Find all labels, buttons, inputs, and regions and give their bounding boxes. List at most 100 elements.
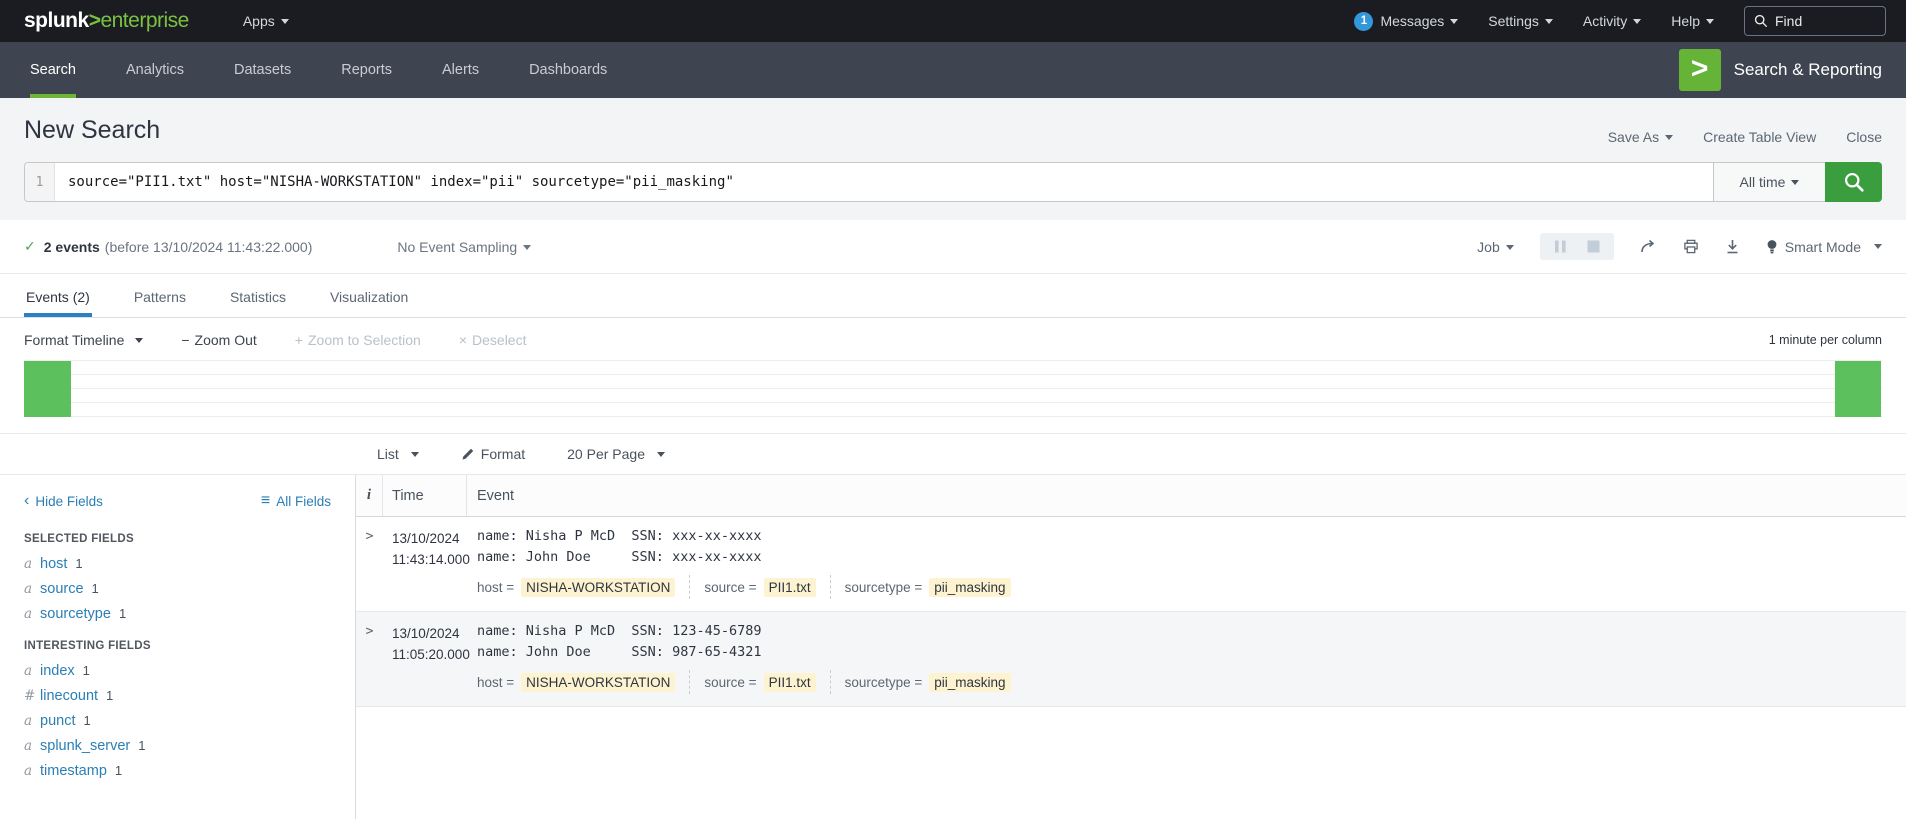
- events-table-header: i Time Event: [356, 475, 1906, 517]
- field-divider: [689, 575, 690, 599]
- messages-count-badge: 1: [1354, 12, 1373, 31]
- event-row: > 13/10/2024 11:43:14.000 name: Nisha P …: [356, 517, 1906, 612]
- field-timestamp[interactable]: atimestamp1: [24, 763, 331, 779]
- find-search-box[interactable]: [1744, 6, 1886, 36]
- print-button[interactable]: [1683, 239, 1699, 254]
- top-bar: splunk>enterprise Apps 1 Messages Settin…: [0, 0, 1906, 42]
- zoom-out-button[interactable]: −Zoom Out: [181, 332, 256, 348]
- nav-item-search[interactable]: Search: [30, 42, 76, 98]
- nav-item-dashboards[interactable]: Dashboards: [529, 42, 607, 98]
- timeline-scale-note: 1 minute per column: [1769, 333, 1882, 347]
- caret-down-icon: [1706, 19, 1714, 24]
- event-field-sourcetype: sourcetype =pii_masking: [845, 578, 1011, 597]
- deselect-button[interactable]: ×Deselect: [459, 332, 527, 348]
- job-playback-controls: [1540, 233, 1614, 260]
- help-menu[interactable]: Help: [1671, 13, 1714, 29]
- plus-icon: +: [295, 332, 303, 348]
- lightbulb-icon: [1766, 239, 1778, 255]
- nav-item-reports[interactable]: Reports: [341, 42, 392, 98]
- search-icon: [1843, 171, 1865, 193]
- export-button[interactable]: [1725, 239, 1740, 254]
- format-menu[interactable]: Format: [461, 446, 525, 462]
- tab-statistics[interactable]: Statistics: [228, 274, 288, 317]
- app-nav-bar: Search Analytics Datasets Reports Alerts…: [0, 42, 1906, 98]
- timeline-controls: Format Timeline −Zoom Out +Zoom to Selec…: [0, 318, 1906, 358]
- timeline-bar[interactable]: [24, 361, 71, 417]
- download-icon: [1725, 239, 1740, 254]
- search-icon: [1754, 14, 1768, 28]
- per-page-menu[interactable]: 20 Per Page: [567, 446, 665, 462]
- event-field-host: host =NISHA-WORKSTATION: [477, 578, 675, 597]
- find-input[interactable]: [1775, 13, 1876, 29]
- line-number-gutter: 1: [25, 163, 55, 201]
- event-timeline-chart[interactable]: [24, 360, 1882, 417]
- job-status-bar: ✓ 2 events (before 13/10/2024 11:43:22.0…: [0, 220, 1906, 274]
- hide-fields-button[interactable]: ‹Hide Fields: [24, 493, 103, 509]
- event-field-host: host =NISHA-WORKSTATION: [477, 673, 675, 692]
- format-timeline-menu[interactable]: Format Timeline: [24, 332, 143, 348]
- stop-icon[interactable]: [1587, 240, 1600, 253]
- fields-sidebar: ‹Hide Fields ≡All Fields SELECTED FIELDS…: [0, 475, 356, 819]
- caret-down-icon: [135, 338, 143, 343]
- search-query-box[interactable]: 1 source="PII1.txt" host="NISHA-WORKSTAT…: [24, 162, 1713, 202]
- timeline-bar[interactable]: [1835, 361, 1881, 417]
- time-range-picker[interactable]: All time: [1713, 162, 1825, 202]
- chevron-left-icon: ‹: [24, 493, 29, 509]
- field-type-icon: a: [24, 556, 40, 572]
- event-raw-text: name: John Doe SSN: xxx-xx-xxxx: [477, 547, 1906, 568]
- event-field-sourcetype: sourcetype =pii_masking: [845, 673, 1011, 692]
- results-toolbar: List Format 20 Per Page: [0, 433, 1906, 475]
- interesting-fields-title: INTERESTING FIELDS: [24, 640, 331, 652]
- event-field-source: source =PII1.txt: [704, 673, 815, 692]
- settings-menu[interactable]: Settings: [1488, 13, 1553, 29]
- field-source[interactable]: asource1: [24, 581, 331, 597]
- column-info: i: [356, 475, 383, 516]
- splunk-app-icon: >: [1679, 49, 1721, 91]
- field-sourcetype[interactable]: asourcetype1: [24, 606, 331, 622]
- tab-events[interactable]: Events (2): [24, 274, 92, 317]
- event-sampling-menu[interactable]: No Event Sampling: [397, 239, 531, 255]
- page-title: New Search: [24, 116, 160, 145]
- event-raw-text: name: John Doe SSN: 987-65-4321: [477, 642, 1906, 663]
- field-type-icon: a: [24, 663, 40, 679]
- field-splunk-server[interactable]: asplunk_server1: [24, 738, 331, 754]
- run-search-button[interactable]: [1825, 162, 1882, 202]
- field-divider: [830, 670, 831, 694]
- expand-event-icon[interactable]: >: [356, 526, 383, 599]
- field-punct[interactable]: apunct1: [24, 713, 331, 729]
- all-fields-button[interactable]: ≡All Fields: [261, 493, 331, 509]
- job-menu[interactable]: Job: [1477, 239, 1514, 255]
- create-table-view-button[interactable]: Create Table View: [1703, 129, 1816, 145]
- save-as-button[interactable]: Save As: [1608, 129, 1673, 145]
- search-query-input[interactable]: source="PII1.txt" host="NISHA-WORKSTATIO…: [55, 163, 1713, 201]
- splunk-logo[interactable]: splunk>enterprise: [24, 9, 189, 33]
- field-linecount[interactable]: #linecount1: [24, 688, 331, 704]
- tab-patterns[interactable]: Patterns: [132, 274, 188, 317]
- event-time: 13/10/2024 11:43:14.000: [383, 526, 467, 599]
- tab-visualization[interactable]: Visualization: [328, 274, 410, 317]
- nav-item-alerts[interactable]: Alerts: [442, 42, 479, 98]
- caret-down-icon: [1450, 19, 1458, 24]
- column-event: Event: [467, 475, 1906, 516]
- expand-event-icon[interactable]: >: [356, 621, 383, 694]
- event-count-detail: (before 13/10/2024 11:43:22.000): [105, 239, 313, 255]
- close-button[interactable]: Close: [1846, 129, 1882, 145]
- field-host[interactable]: ahost1: [24, 556, 331, 572]
- messages-menu[interactable]: 1 Messages: [1354, 12, 1458, 31]
- list-view-menu[interactable]: List: [377, 446, 419, 462]
- pause-icon[interactable]: [1554, 240, 1567, 253]
- search-mode-menu[interactable]: Smart Mode: [1766, 239, 1882, 255]
- nav-item-analytics[interactable]: Analytics: [126, 42, 184, 98]
- selected-fields-title: SELECTED FIELDS: [24, 533, 331, 545]
- field-index[interactable]: aindex1: [24, 663, 331, 679]
- caret-down-icon: [411, 452, 419, 457]
- event-field-source: source =PII1.txt: [704, 578, 815, 597]
- zoom-to-selection-button[interactable]: +Zoom to Selection: [295, 332, 421, 348]
- activity-menu[interactable]: Activity: [1583, 13, 1641, 29]
- caret-down-icon: [1791, 180, 1799, 185]
- field-type-icon: a: [24, 763, 40, 779]
- apps-menu[interactable]: Apps: [243, 13, 289, 29]
- print-icon: [1683, 239, 1699, 254]
- nav-item-datasets[interactable]: Datasets: [234, 42, 291, 98]
- share-button[interactable]: [1640, 239, 1657, 254]
